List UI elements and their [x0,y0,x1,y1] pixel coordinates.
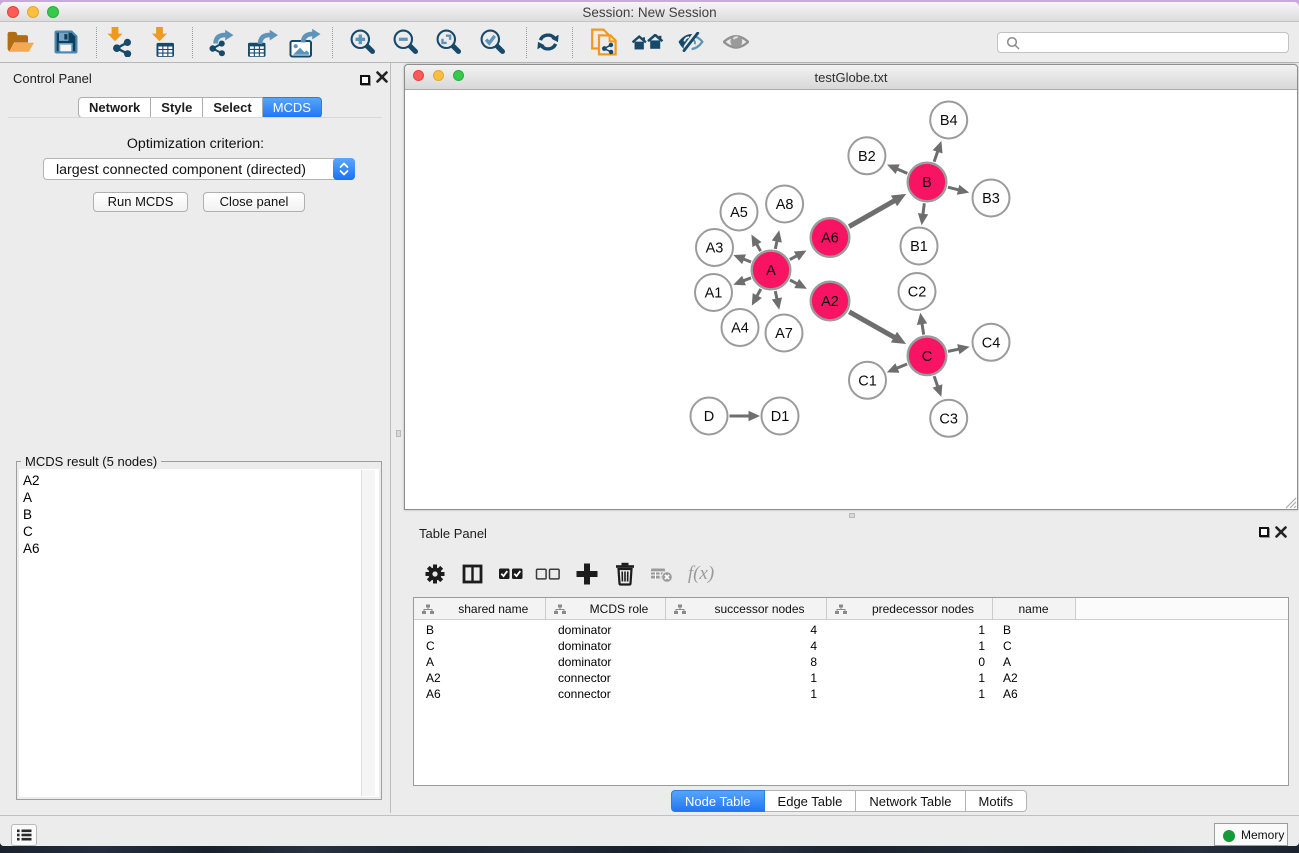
svg-text:A3: A3 [706,241,724,257]
svg-text:A: A [766,263,776,279]
svg-text:B: B [922,175,932,191]
svg-text:B3: B3 [982,191,1000,207]
svg-text:A4: A4 [731,321,749,337]
svg-text:A1: A1 [705,286,723,302]
svg-text:A7: A7 [775,326,793,342]
svg-text:C4: C4 [982,335,1001,351]
svg-text:D: D [704,409,714,425]
svg-text:A8: A8 [776,197,794,213]
svg-text:C1: C1 [858,373,877,389]
svg-text:C: C [922,349,932,365]
svg-text:A2: A2 [821,294,839,310]
svg-text:A6: A6 [821,231,839,247]
svg-text:B2: B2 [858,149,876,165]
svg-text:A5: A5 [730,205,748,221]
svg-text:B4: B4 [940,113,958,129]
svg-text:B1: B1 [910,239,928,255]
svg-text:D1: D1 [771,409,790,425]
svg-text:C2: C2 [908,285,927,301]
svg-text:C3: C3 [939,411,958,427]
